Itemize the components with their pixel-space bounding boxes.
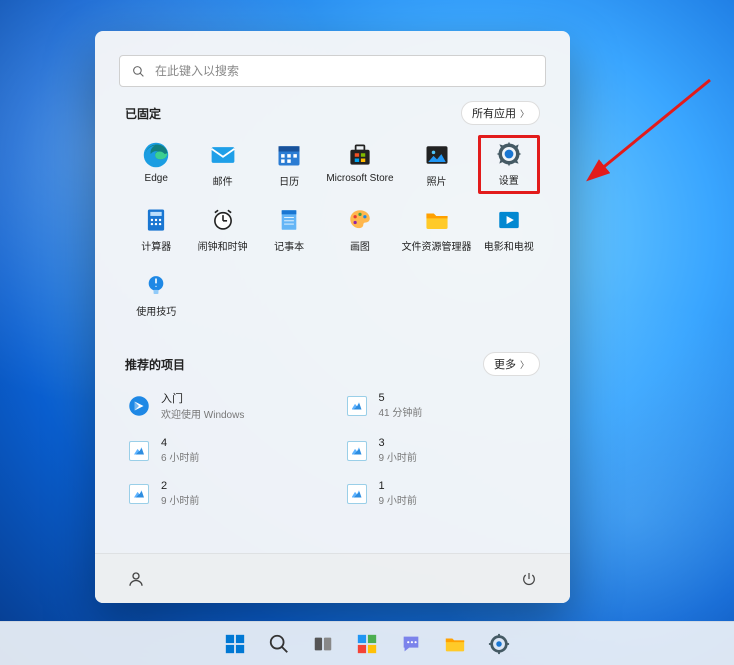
taskbar-explorer-button[interactable]	[437, 626, 473, 662]
app-label: 画图	[350, 238, 370, 253]
chevron-right-icon: 〉	[520, 358, 529, 371]
store-icon	[346, 141, 374, 169]
recommended-list: 入门 欢迎使用 Windows 5 41 分钟前 4 6 小时前	[125, 386, 540, 511]
app-tile-edge[interactable]: Edge	[125, 135, 187, 194]
app-tile-settings[interactable]: 设置	[478, 135, 540, 194]
windows-icon	[224, 633, 246, 655]
mail-icon	[209, 141, 237, 169]
notepad-icon	[275, 206, 303, 234]
settings-icon	[488, 633, 510, 655]
recommended-item-subtitle: 欢迎使用 Windows	[161, 406, 244, 421]
image-file-icon	[345, 482, 369, 506]
search-box[interactable]	[119, 55, 546, 87]
taskbar-search-button[interactable]	[261, 626, 297, 662]
recommended-item-title: 5	[379, 392, 423, 404]
start-menu: 已固定 所有应用 〉 Edge 邮件	[95, 31, 570, 603]
recommended-item[interactable]: 5 41 分钟前	[343, 386, 541, 425]
app-label: 闹钟和时钟	[198, 238, 248, 253]
taskbar-start-button[interactable]	[217, 626, 253, 662]
image-file-icon	[127, 439, 151, 463]
app-tile-tips[interactable]: 使用技巧	[125, 265, 187, 324]
app-tile-paint[interactable]: 画图	[324, 200, 395, 259]
pinned-grid: Edge 邮件 日历 Microsoft Store	[125, 135, 540, 324]
recommended-item-subtitle: 9 小时前	[379, 449, 417, 464]
taskbar-settings-button[interactable]	[481, 626, 517, 662]
app-label: 设置	[499, 172, 519, 187]
all-apps-label: 所有应用	[472, 105, 516, 121]
search-icon	[268, 633, 290, 655]
recommended-item[interactable]: 4 6 小时前	[125, 433, 323, 468]
app-label: 记事本	[274, 238, 304, 253]
pinned-title: 已固定	[125, 105, 161, 122]
taskbar-taskview-button[interactable]	[305, 626, 341, 662]
recommended-item-title: 4	[161, 437, 199, 449]
app-tile-photos[interactable]: 照片	[400, 135, 474, 194]
paint-icon	[346, 206, 374, 234]
user-icon	[127, 570, 145, 588]
more-label: 更多	[494, 356, 516, 372]
app-label: 日历	[279, 173, 299, 188]
app-tile-calculator[interactable]: 计算器	[125, 200, 187, 259]
all-apps-button[interactable]: 所有应用 〉	[461, 101, 540, 125]
recommended-item-title: 3	[379, 437, 417, 449]
calendar-icon	[275, 141, 303, 169]
start-footer	[95, 553, 570, 603]
app-label: 使用技巧	[136, 303, 176, 318]
tips-icon	[142, 271, 170, 299]
widgets-icon	[356, 633, 378, 655]
tips-icon	[127, 394, 151, 418]
search-icon	[132, 65, 145, 78]
folder-icon	[423, 206, 451, 234]
app-label: Edge	[145, 173, 168, 184]
app-label: 电影和电视	[484, 238, 534, 253]
power-icon	[521, 571, 537, 587]
app-label: 邮件	[213, 173, 233, 188]
recommended-item-subtitle: 9 小时前	[379, 492, 417, 507]
clock-icon	[209, 206, 237, 234]
app-label: 文件资源管理器	[402, 238, 472, 253]
app-label: Microsoft Store	[326, 173, 393, 184]
pinned-section: 已固定 所有应用 〉 Edge 邮件	[95, 87, 570, 324]
taskbar	[0, 621, 734, 665]
recommended-item[interactable]: 入门 欢迎使用 Windows	[125, 386, 323, 425]
taskbar-chat-button[interactable]	[393, 626, 429, 662]
settings-icon	[495, 140, 523, 168]
calculator-icon	[142, 206, 170, 234]
recommended-item-title: 入门	[161, 390, 244, 406]
image-file-icon	[127, 482, 151, 506]
task-view-icon	[312, 633, 334, 655]
app-tile-notepad[interactable]: 记事本	[258, 200, 320, 259]
recommended-item[interactable]: 2 9 小时前	[125, 476, 323, 511]
recommended-item[interactable]: 3 9 小时前	[343, 433, 541, 468]
app-tile-movies[interactable]: 电影和电视	[478, 200, 540, 259]
app-tile-store[interactable]: Microsoft Store	[324, 135, 395, 194]
user-account-button[interactable]	[121, 564, 151, 594]
search-input[interactable]	[155, 64, 533, 78]
edge-icon	[142, 141, 170, 169]
recommended-section: 推荐的项目 更多 〉 入门 欢迎使用 Windows 5 4 1	[95, 338, 570, 511]
more-button[interactable]: 更多 〉	[483, 352, 540, 376]
image-file-icon	[345, 394, 369, 418]
movies-icon	[495, 206, 523, 234]
app-tile-calendar[interactable]: 日历	[258, 135, 320, 194]
app-tile-alarms[interactable]: 闹钟和时钟	[191, 200, 253, 259]
image-file-icon	[345, 439, 369, 463]
recommended-item-title: 1	[379, 480, 417, 492]
app-label: 计算器	[141, 238, 171, 253]
chat-icon	[400, 633, 422, 655]
app-tile-explorer[interactable]: 文件资源管理器	[400, 200, 474, 259]
power-button[interactable]	[514, 564, 544, 594]
recommended-item-subtitle: 41 分钟前	[379, 404, 423, 419]
taskbar-widgets-button[interactable]	[349, 626, 385, 662]
photos-icon	[423, 141, 451, 169]
recommended-title: 推荐的项目	[125, 356, 185, 373]
app-tile-mail[interactable]: 邮件	[191, 135, 253, 194]
folder-icon	[444, 633, 466, 655]
recommended-item[interactable]: 1 9 小时前	[343, 476, 541, 511]
recommended-item-subtitle: 6 小时前	[161, 449, 199, 464]
app-label: 照片	[427, 173, 447, 188]
recommended-item-title: 2	[161, 480, 199, 492]
recommended-item-subtitle: 9 小时前	[161, 492, 199, 507]
chevron-right-icon: 〉	[520, 107, 529, 120]
